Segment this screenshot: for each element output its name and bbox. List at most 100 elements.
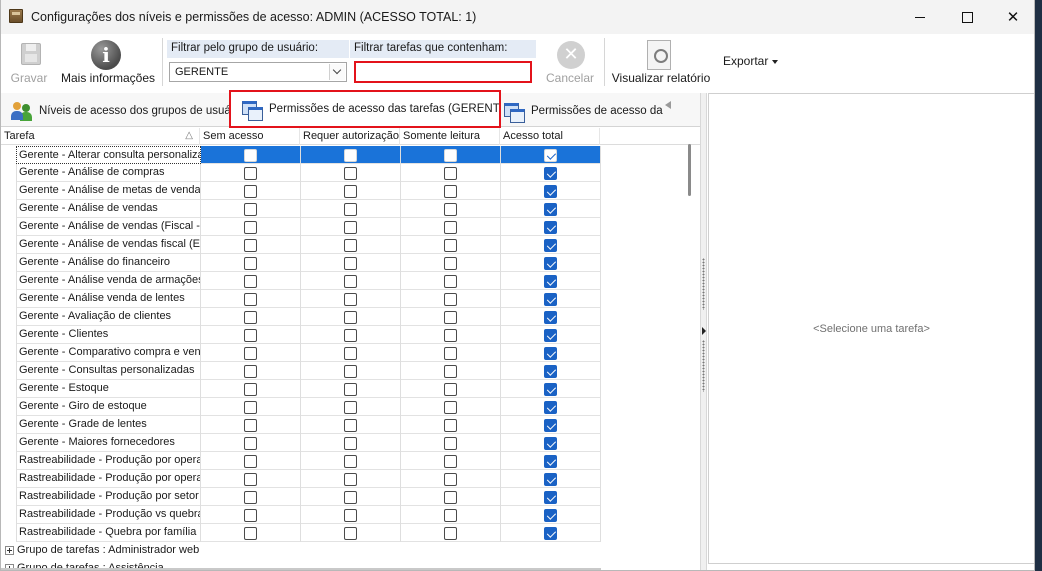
- task-name-cell[interactable]: Gerente - Comparativo compra e venda: [16, 344, 201, 362]
- table-row[interactable]: Rastreabilidade - Produção por operação: [16, 470, 601, 488]
- full-access-checkbox[interactable]: [544, 509, 557, 522]
- view-report-button[interactable]: Visualizar relatório: [611, 36, 711, 88]
- table-row[interactable]: Rastreabilidade - Produção por operação: [16, 452, 601, 470]
- requires-authorization-checkbox[interactable]: [344, 221, 357, 234]
- task-name-cell[interactable]: Gerente - Análise de vendas fiscal (Es: [16, 236, 201, 254]
- no-access-checkbox[interactable]: [244, 437, 257, 450]
- no-access-checkbox[interactable]: [244, 239, 257, 252]
- full-access-checkbox[interactable]: [544, 383, 557, 396]
- requires-authorization-checkbox[interactable]: [344, 203, 357, 216]
- table-row[interactable]: Gerente - Análise de vendas: [16, 200, 601, 218]
- no-access-checkbox[interactable]: [244, 383, 257, 396]
- full-access-checkbox[interactable]: [544, 221, 557, 234]
- table-row[interactable]: Gerente - Análise de compras: [16, 164, 601, 182]
- chevron-down-icon[interactable]: [329, 64, 345, 80]
- read-only-checkbox[interactable]: [444, 437, 457, 450]
- no-access-checkbox[interactable]: [244, 203, 257, 216]
- full-access-checkbox[interactable]: [544, 293, 557, 306]
- tab-task-permissions[interactable]: Permissões de acesso das tarefas: [503, 97, 663, 125]
- table-row[interactable]: Gerente - Clientes: [16, 326, 601, 344]
- read-only-checkbox[interactable]: [444, 329, 457, 342]
- user-group-select[interactable]: GERENTE: [169, 62, 347, 82]
- read-only-checkbox[interactable]: [444, 509, 457, 522]
- table-row[interactable]: Gerente - Análise de metas de vendas: [16, 182, 601, 200]
- column-header-no-access[interactable]: Sem acesso: [200, 128, 300, 145]
- full-access-checkbox[interactable]: [544, 491, 557, 504]
- task-name-cell[interactable]: Rastreabilidade - Produção vs quebra: [16, 506, 201, 524]
- read-only-checkbox[interactable]: [444, 167, 457, 180]
- requires-authorization-checkbox[interactable]: [344, 509, 357, 522]
- task-name-cell[interactable]: Gerente - Análise venda de armações: [16, 272, 201, 290]
- task-name-cell[interactable]: Gerente - Análise do financeiro: [16, 254, 201, 272]
- task-name-cell[interactable]: Gerente - Giro de estoque: [16, 398, 201, 416]
- grid-vertical-scrollbar[interactable]: [685, 144, 693, 554]
- column-header-task[interactable]: Tarefa △: [1, 128, 200, 145]
- table-row[interactable]: Gerente - Grade de lentes: [16, 416, 601, 434]
- no-access-checkbox[interactable]: [244, 491, 257, 504]
- requires-authorization-checkbox[interactable]: [344, 455, 357, 468]
- full-access-checkbox[interactable]: [544, 401, 557, 414]
- no-access-checkbox[interactable]: [244, 329, 257, 342]
- no-access-checkbox[interactable]: [244, 167, 257, 180]
- no-access-checkbox[interactable]: [244, 419, 257, 432]
- requires-authorization-checkbox[interactable]: [344, 275, 357, 288]
- table-row[interactable]: Gerente - Estoque: [16, 380, 601, 398]
- table-row[interactable]: Rastreabilidade - Produção vs quebra: [16, 506, 601, 524]
- close-button[interactable]: ✕: [990, 0, 1034, 34]
- table-row[interactable]: Gerente - Avaliação de clientes: [16, 308, 601, 326]
- table-row[interactable]: Gerente - Maiores fornecedores: [16, 434, 601, 452]
- full-access-checkbox[interactable]: [544, 185, 557, 198]
- splitter-grip[interactable]: [702, 258, 705, 310]
- scrollbar-thumb[interactable]: [688, 144, 691, 196]
- task-name-cell[interactable]: Gerente - Avaliação de clientes: [16, 308, 201, 326]
- read-only-checkbox[interactable]: [444, 419, 457, 432]
- requires-authorization-checkbox[interactable]: [344, 473, 357, 486]
- no-access-checkbox[interactable]: [244, 347, 257, 360]
- full-access-checkbox[interactable]: [544, 239, 557, 252]
- column-header-full-access[interactable]: Acesso total: [500, 128, 600, 145]
- task-name-cell[interactable]: Rastreabilidade - Produção por operação: [16, 452, 201, 470]
- table-row[interactable]: Gerente - Análise venda de armações: [16, 272, 601, 290]
- read-only-checkbox[interactable]: [444, 455, 457, 468]
- table-row[interactable]: Gerente - Análise venda de lentes: [16, 290, 601, 308]
- task-name-cell[interactable]: Gerente - Maiores fornecedores: [16, 434, 201, 452]
- full-access-checkbox[interactable]: [544, 311, 557, 324]
- read-only-checkbox[interactable]: [444, 365, 457, 378]
- full-access-checkbox[interactable]: [544, 527, 557, 540]
- full-access-checkbox[interactable]: [544, 203, 557, 216]
- table-row[interactable]: Gerente - Análise de vendas (Fiscal -: [16, 218, 601, 236]
- requires-authorization-checkbox[interactable]: [344, 185, 357, 198]
- no-access-checkbox[interactable]: [244, 473, 257, 486]
- task-name-cell[interactable]: Gerente - Estoque: [16, 380, 201, 398]
- read-only-checkbox[interactable]: [444, 149, 457, 162]
- no-access-checkbox[interactable]: [244, 275, 257, 288]
- no-access-checkbox[interactable]: [244, 401, 257, 414]
- splitter-grip[interactable]: [702, 340, 705, 392]
- requires-authorization-checkbox[interactable]: [344, 329, 357, 342]
- read-only-checkbox[interactable]: [444, 221, 457, 234]
- full-access-checkbox[interactable]: [544, 473, 557, 486]
- table-row[interactable]: Rastreabilidade - Produção por setor: [16, 488, 601, 506]
- column-header-read-only[interactable]: Somente leitura: [400, 128, 500, 145]
- read-only-checkbox[interactable]: [444, 239, 457, 252]
- requires-authorization-checkbox[interactable]: [344, 365, 357, 378]
- task-name-cell[interactable]: Gerente - Análise de vendas: [16, 200, 201, 218]
- task-name-cell[interactable]: Rastreabilidade - Produção por setor: [16, 488, 201, 506]
- requires-authorization-checkbox[interactable]: [344, 239, 357, 252]
- table-row[interactable]: Gerente - Giro de estoque: [16, 398, 601, 416]
- no-access-checkbox[interactable]: [244, 311, 257, 324]
- read-only-checkbox[interactable]: [444, 293, 457, 306]
- tab-scroll-left-icon[interactable]: [665, 101, 671, 109]
- no-access-checkbox[interactable]: [244, 365, 257, 378]
- full-access-checkbox[interactable]: [544, 437, 557, 450]
- table-row[interactable]: Gerente - Alterar consulta personalizada: [16, 146, 601, 164]
- requires-authorization-checkbox[interactable]: [344, 419, 357, 432]
- save-button[interactable]: Gravar: [5, 36, 53, 88]
- requires-authorization-checkbox[interactable]: [344, 257, 357, 270]
- read-only-checkbox[interactable]: [444, 347, 457, 360]
- requires-authorization-checkbox[interactable]: [344, 527, 357, 540]
- task-name-cell[interactable]: Gerente - Análise de compras: [16, 164, 201, 182]
- table-row[interactable]: Gerente - Análise do financeiro: [16, 254, 601, 272]
- task-name-cell[interactable]: Gerente - Consultas personalizadas: [16, 362, 201, 380]
- maximize-button[interactable]: [944, 0, 990, 34]
